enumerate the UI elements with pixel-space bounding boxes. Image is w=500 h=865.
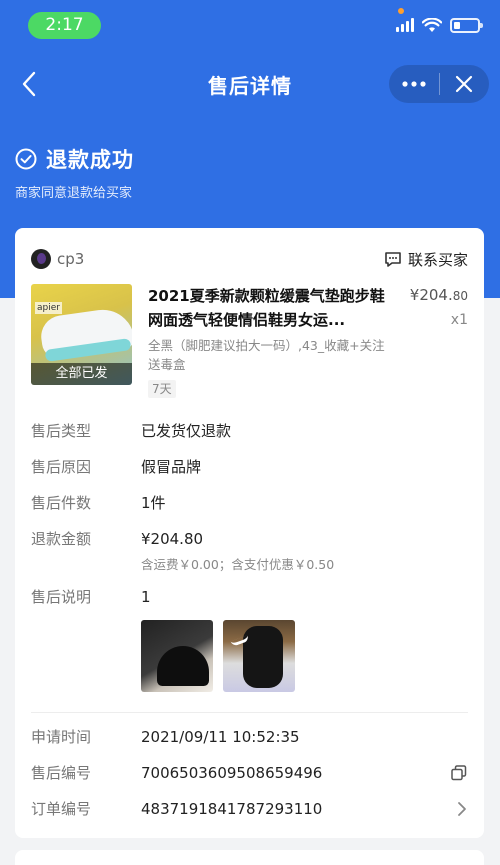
product-image[interactable]: apier 全部已发 [31,284,132,385]
status-time: 2:17 [28,12,101,39]
battery-icon [450,17,483,33]
divider [31,712,468,713]
nav-bar: 售后详情 [0,56,500,112]
shop-name[interactable]: cp3 [57,250,84,268]
more-button[interactable] [389,65,439,103]
product-spec: 全黑（脚肥建议拍大一码）,43_收藏+关注送毒盒 [148,338,385,372]
close-button[interactable] [439,65,489,103]
shipped-badge: 全部已发 [31,363,132,385]
contact-buyer-label: 联系买家 [407,250,468,269]
meta-row-apply-time: 申请时间 2021/09/11 10:52:35 [31,728,300,746]
meta-row-aftersale-no: 售后编号 7006503609508659496 [31,762,468,798]
product-title: 2021夏季新款颗粒缓震气垫跑步鞋网面透气轻便情侣鞋男女运... [148,287,385,329]
refund-amount: ¥204.80 [141,530,204,548]
evidence-photo[interactable] [223,620,295,692]
copy-icon[interactable] [450,764,468,782]
image-brand-text: apier [35,302,62,314]
return-policy-tag: 7天 [148,380,176,398]
product-item[interactable]: apier 全部已发 2021夏季新款颗粒缓震气垫跑步鞋网面透气轻便情侣鞋男女运… [31,284,468,402]
info-row-type: 售后类型 已发货仅退款 [31,422,232,440]
info-row-amount: 退款金额 ¥204.80 含运费￥0.00；含支付优惠￥0.50 [31,530,335,572]
info-row-count: 售后件数 1件 [31,494,166,512]
wifi-icon [422,17,442,32]
evidence-photo[interactable] [141,620,213,692]
evidence-photos [141,620,295,692]
signal-icon [396,18,414,32]
next-card [15,850,484,865]
close-icon [456,75,473,93]
aftersale-detail-card: cp3 联系买家 apier 全部已发 2021夏季新款颗粒缓震气垫跑步鞋网面透… [15,228,484,838]
contact-buyer-button[interactable]: 联系买家 [384,249,468,270]
refund-status-banner: 退款成功 商家同意退款给买家 [15,144,134,201]
miniapp-capsule [389,65,489,103]
product-price: ¥204.80 [409,286,468,304]
info-row-reason: 售后原因 假冒品牌 [31,458,202,476]
product-quantity: x1 [450,312,468,328]
check-circle-icon [15,148,37,170]
order-meta: 申请时间 2021/09/11 10:52:35 售后编号 7006503609… [31,726,468,834]
status-title: 退款成功 [46,148,134,172]
chat-icon [385,252,401,267]
status-subtitle: 商家同意退款给买家 [15,186,133,201]
shop-row: cp3 联系买家 [31,248,468,270]
status-bar: 2:17 [0,0,500,48]
aftersale-info: 售后类型 已发货仅退款 售后原因 假冒品牌 售后件数 1件 退款金额 ¥204.… [31,420,468,622]
refund-amount-note: 含运费￥0.00；含支付优惠￥0.50 [141,557,335,572]
meta-row-order-no[interactable]: 订单编号 4837191841787293110 [31,798,468,834]
info-row-desc: 售后说明 1 [31,588,151,606]
status-icons [396,14,483,36]
more-dots-icon [402,81,426,87]
chevron-right-icon [458,802,466,816]
avatar[interactable] [31,249,51,269]
